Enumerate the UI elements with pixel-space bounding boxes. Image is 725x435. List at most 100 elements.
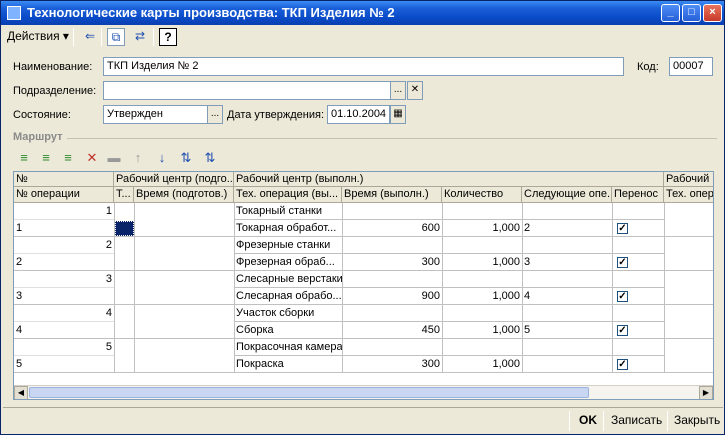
column-divider xyxy=(442,203,443,373)
column-divider xyxy=(612,203,613,373)
scroll-left-icon[interactable]: ◀ xyxy=(14,386,28,399)
edit-row-icon[interactable]: ≡ xyxy=(59,149,77,167)
row-subdivider xyxy=(14,219,114,220)
scroll-right-icon[interactable]: ▶ xyxy=(699,386,713,399)
work-center-cell[interactable]: Слесарные верстаки xyxy=(234,271,664,288)
close-button[interactable]: Закрыть xyxy=(674,413,720,427)
op-number-cell[interactable]: 5 xyxy=(14,356,114,373)
state-field[interactable]: Утвержден xyxy=(103,105,208,124)
op-number-cell[interactable]: 3 xyxy=(14,288,114,305)
title-bar[interactable]: Технологические карты производства: ТКП … xyxy=(1,1,724,25)
col-header-tech-op2[interactable]: Тех. опер xyxy=(664,187,713,203)
tech-op-cell[interactable]: Фрезерная обраб... xyxy=(234,254,342,271)
toolbar-divider xyxy=(101,28,102,46)
sort-descending-icon[interactable]: ⇅ xyxy=(201,149,219,167)
minimize-button[interactable]: _ xyxy=(661,4,680,22)
work-center-cell[interactable]: Участок сборки xyxy=(234,305,664,322)
exec-time-cell[interactable]: 450 xyxy=(342,322,442,339)
division-clear-button[interactable]: ✕ xyxy=(407,81,423,100)
copy-row-icon[interactable]: ≡ xyxy=(37,149,55,167)
col-header-transfer[interactable]: Перенос xyxy=(612,187,664,203)
quantity-cell[interactable]: 1,000 xyxy=(442,220,522,237)
quantity-cell[interactable]: 1,000 xyxy=(442,356,522,373)
ok-button[interactable]: OK xyxy=(579,413,597,427)
col-header-prep-center[interactable]: Рабочий центр (подго... xyxy=(114,172,234,187)
row-subdivider xyxy=(14,321,114,322)
window-title: Технологические карты производства: ТКП … xyxy=(27,5,395,20)
quantity-cell[interactable]: 1,000 xyxy=(442,254,522,271)
exec-time-cell[interactable]: 300 xyxy=(342,356,442,373)
code-field[interactable]: 00007 xyxy=(669,57,713,76)
tech-op-cell[interactable]: Сборка xyxy=(234,322,342,339)
route-table[interactable]: № Рабочий центр (подго... Рабочий центр … xyxy=(13,171,714,400)
quantity-cell[interactable]: 1,000 xyxy=(442,288,522,305)
division-field[interactable] xyxy=(103,81,391,100)
scroll-thumb[interactable] xyxy=(29,387,589,398)
row-subdivider xyxy=(234,219,664,220)
tech-op-cell[interactable]: Покраска xyxy=(234,356,342,373)
state-select-button[interactable]: ... xyxy=(207,105,223,124)
structure-icon[interactable]: ⧉ xyxy=(107,28,125,46)
col-header-qty[interactable]: Количество xyxy=(442,187,522,203)
col-header-next-ops[interactable]: Следующие опе... xyxy=(522,187,612,203)
row-subdivider xyxy=(14,287,114,288)
add-row-icon[interactable]: ≡ xyxy=(15,149,33,167)
col-header-tech-op[interactable]: Тех. операция (вы... xyxy=(234,187,342,203)
row-subdivider xyxy=(234,355,664,356)
transfer-checkbox[interactable]: ✓ xyxy=(617,223,628,234)
approval-date-field[interactable]: 01.10.2004 xyxy=(327,105,390,124)
row-number[interactable]: 2 xyxy=(14,237,114,254)
work-center-cell[interactable]: Фрезерные станки xyxy=(234,237,664,254)
column-divider xyxy=(134,203,135,373)
next-ops-cell[interactable]: 4 xyxy=(522,288,612,305)
col-header-exec-center[interactable]: Рабочий центр (выполн.) xyxy=(234,172,664,187)
name-field[interactable]: ТКП Изделия № 2 xyxy=(103,57,624,76)
row-number[interactable]: 5 xyxy=(14,339,114,356)
go-to-icon[interactable]: ⇄ xyxy=(131,28,149,46)
col-header-op-number[interactable]: № операции xyxy=(14,187,114,203)
exec-time-cell[interactable]: 600 xyxy=(342,220,442,237)
op-number-cell[interactable]: 1 xyxy=(14,220,114,237)
horizontal-scrollbar[interactable]: ◀ ▶ xyxy=(14,385,713,399)
row-number[interactable]: 4 xyxy=(14,305,114,322)
transfer-checkbox[interactable]: ✓ xyxy=(617,359,628,370)
delete-row-icon[interactable]: ✕ xyxy=(83,149,101,167)
next-ops-cell[interactable]: 5 xyxy=(522,322,612,339)
exec-time-cell[interactable]: 900 xyxy=(342,288,442,305)
next-ops-cell[interactable]: 2 xyxy=(522,220,612,237)
maximize-button[interactable]: □ xyxy=(682,4,701,22)
transfer-checkbox[interactable]: ✓ xyxy=(617,325,628,336)
actions-menu[interactable]: Действия ▾ xyxy=(7,29,69,43)
save-button[interactable]: Записать xyxy=(611,413,662,427)
work-center-cell[interactable]: Покрасочная камера xyxy=(234,339,664,356)
next-ops-cell[interactable]: 3 xyxy=(522,254,612,271)
tech-op-cell[interactable]: Слесарная обрабо... xyxy=(234,288,342,305)
col-header-exec-time[interactable]: Время (выполн.) xyxy=(342,187,442,203)
transfer-checkbox[interactable]: ✓ xyxy=(617,291,628,302)
exec-time-cell[interactable]: 300 xyxy=(342,254,442,271)
sort-ascending-icon[interactable]: ⇅ xyxy=(177,149,195,167)
quantity-cell[interactable]: 1,000 xyxy=(442,322,522,339)
op-number-cell[interactable]: 2 xyxy=(14,254,114,271)
division-select-button[interactable]: ... xyxy=(390,81,406,100)
toolbar-divider xyxy=(73,28,74,46)
col-header-n[interactable]: № xyxy=(14,172,114,187)
op-number-cell[interactable]: 4 xyxy=(14,322,114,339)
tech-op-cell[interactable]: Токарная обработ... xyxy=(234,220,342,237)
next-ops-cell[interactable] xyxy=(522,356,612,373)
move-down-icon[interactable]: ↓ xyxy=(153,149,171,167)
col-header-prep-time[interactable]: Время (подготов.) xyxy=(134,187,234,203)
transfer-checkbox[interactable]: ✓ xyxy=(617,257,628,268)
back-arrow-icon[interactable]: ⇐ xyxy=(81,28,99,46)
calendar-icon[interactable]: ▦ xyxy=(390,105,406,124)
chevron-down-icon: ▾ xyxy=(62,29,69,43)
row-number[interactable]: 3 xyxy=(14,271,114,288)
footer-divider xyxy=(569,411,570,431)
row-number[interactable]: 1 xyxy=(14,203,114,220)
help-button[interactable]: ? xyxy=(159,28,177,46)
close-window-button[interactable]: × xyxy=(703,4,722,22)
col-header-t[interactable]: Т... xyxy=(114,187,134,203)
work-center-cell[interactable]: Токарный станки xyxy=(234,203,664,220)
selected-cell[interactable] xyxy=(115,221,134,236)
col-header-work-center[interactable]: Рабочий ц xyxy=(664,172,713,187)
